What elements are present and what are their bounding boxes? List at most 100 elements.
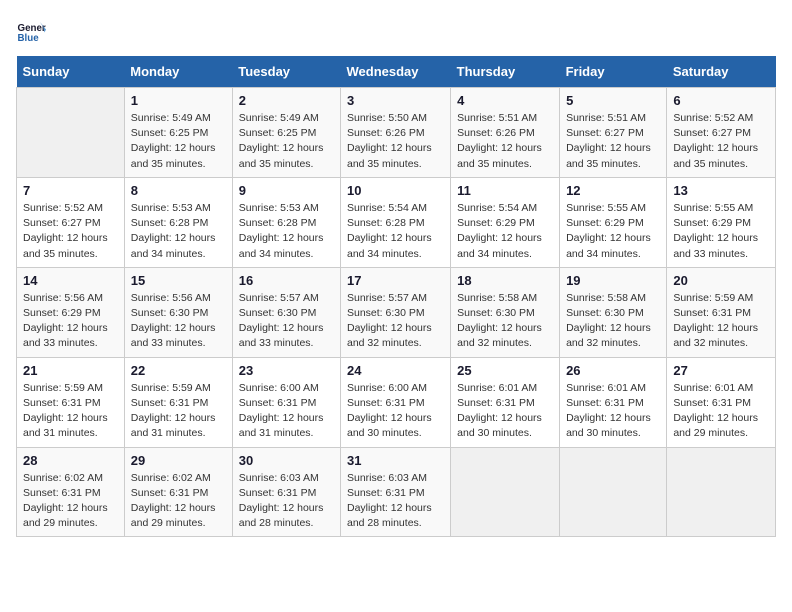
day-number: 23 [239,363,334,378]
calendar-cell: 2 Sunrise: 5:49 AM Sunset: 6:25 PM Daylig… [232,88,340,178]
day-info: Sunrise: 5:52 AM Sunset: 6:27 PM Dayligh… [673,111,769,172]
calendar-cell: 15Sunrise: 5:56 AM Sunset: 6:30 PM Dayli… [124,267,232,357]
calendar-cell: 22 Sunrise: 5:59 AM Sunset: 6:31 PM Dayli… [124,357,232,447]
calendar-week-row: 21 Sunrise: 5:59 AM Sunset: 6:31 PM Dayli… [17,357,776,447]
logo: General Blue [16,16,50,46]
day-info: Sunrise: 5:52 AM Sunset: 6:27 PM Dayligh… [23,201,118,262]
day-number: 9 [239,183,334,198]
calendar-cell [451,447,560,537]
calendar-week-row: 14 Sunrise: 5:56 AM Sunset: 6:29 PM Dayli… [17,267,776,357]
day-number: 31 [347,453,444,468]
calendar-cell: 14 Sunrise: 5:56 AM Sunset: 6:29 PM Dayli… [17,267,125,357]
day-info: Sunrise: 6:00 AM Sunset: 6:31 PM Dayligh… [239,381,334,442]
svg-text:Blue: Blue [18,33,40,44]
day-number: 4 [457,93,553,108]
day-number: 25 [457,363,553,378]
day-number: 16 [239,273,334,288]
day-number: 21 [23,363,118,378]
day-info: Sunrise: 6:03 AM Sunset: 6:31 PM Dayligh… [239,471,334,532]
day-number: 5 [566,93,660,108]
day-info: Sunrise: 5:54 AM Sunset: 6:29 PM Dayligh… [457,201,553,262]
calendar-cell: 6Sunrise: 5:52 AM Sunset: 6:27 PM Daylig… [667,88,776,178]
calendar-cell: 30 Sunrise: 6:03 AM Sunset: 6:31 PM Dayli… [232,447,340,537]
calendar-cell: 9 Sunrise: 5:53 AM Sunset: 6:28 PM Daylig… [232,177,340,267]
calendar-cell: 5Sunrise: 5:51 AM Sunset: 6:27 PM Daylig… [560,88,667,178]
calendar-cell [667,447,776,537]
day-info: Sunrise: 6:01 AM Sunset: 6:31 PM Dayligh… [457,381,553,442]
header: General Blue [16,16,776,46]
calendar-cell: 17Sunrise: 5:57 AM Sunset: 6:30 PM Dayli… [340,267,450,357]
day-number: 22 [131,363,226,378]
day-info: Sunrise: 6:02 AM Sunset: 6:31 PM Dayligh… [131,471,226,532]
day-number: 20 [673,273,769,288]
day-number: 12 [566,183,660,198]
day-number: 24 [347,363,444,378]
calendar-cell: 3Sunrise: 5:50 AM Sunset: 6:26 PM Daylig… [340,88,450,178]
calendar-cell: 8 Sunrise: 5:53 AM Sunset: 6:28 PM Daylig… [124,177,232,267]
day-info: Sunrise: 5:58 AM Sunset: 6:30 PM Dayligh… [457,291,553,352]
day-info: Sunrise: 6:03 AM Sunset: 6:31 PM Dayligh… [347,471,444,532]
calendar-cell: 12Sunrise: 5:55 AM Sunset: 6:29 PM Dayli… [560,177,667,267]
calendar-cell: 18 Sunrise: 5:58 AM Sunset: 6:30 PM Dayli… [451,267,560,357]
day-info: Sunrise: 5:53 AM Sunset: 6:28 PM Dayligh… [131,201,226,262]
calendar-cell: 10 Sunrise: 5:54 AM Sunset: 6:28 PM Dayli… [340,177,450,267]
calendar-body: 1 Sunrise: 5:49 AM Sunset: 6:25 PM Daylig… [17,88,776,537]
calendar-week-row: 28 Sunrise: 6:02 AM Sunset: 6:31 PM Dayli… [17,447,776,537]
day-number: 19 [566,273,660,288]
calendar-cell: 11 Sunrise: 5:54 AM Sunset: 6:29 PM Dayli… [451,177,560,267]
day-number: 1 [131,93,226,108]
calendar-cell: 7 Sunrise: 5:52 AM Sunset: 6:27 PM Daylig… [17,177,125,267]
day-number: 7 [23,183,118,198]
day-info: Sunrise: 5:58 AM Sunset: 6:30 PM Dayligh… [566,291,660,352]
day-number: 26 [566,363,660,378]
day-number: 14 [23,273,118,288]
day-info: Sunrise: 5:49 AM Sunset: 6:25 PM Dayligh… [131,111,226,172]
day-number: 15 [131,273,226,288]
calendar-cell: 20Sunrise: 5:59 AM Sunset: 6:31 PM Dayli… [667,267,776,357]
day-number: 10 [347,183,444,198]
day-info: Sunrise: 5:55 AM Sunset: 6:29 PM Dayligh… [673,201,769,262]
day-info: Sunrise: 6:01 AM Sunset: 6:31 PM Dayligh… [566,381,660,442]
day-number: 8 [131,183,226,198]
day-info: Sunrise: 5:51 AM Sunset: 6:26 PM Dayligh… [457,111,553,172]
calendar-header-tuesday: Tuesday [232,56,340,88]
calendar-header-friday: Friday [560,56,667,88]
day-info: Sunrise: 5:49 AM Sunset: 6:25 PM Dayligh… [239,111,334,172]
day-info: Sunrise: 5:54 AM Sunset: 6:28 PM Dayligh… [347,201,444,262]
calendar-cell: 16Sunrise: 5:57 AM Sunset: 6:30 PM Dayli… [232,267,340,357]
calendar-cell: 25 Sunrise: 6:01 AM Sunset: 6:31 PM Dayli… [451,357,560,447]
day-number: 2 [239,93,334,108]
day-number: 27 [673,363,769,378]
calendar-cell: 29Sunrise: 6:02 AM Sunset: 6:31 PM Dayli… [124,447,232,537]
day-number: 3 [347,93,444,108]
day-info: Sunrise: 6:00 AM Sunset: 6:31 PM Dayligh… [347,381,444,442]
day-number: 30 [239,453,334,468]
calendar-week-row: 7 Sunrise: 5:52 AM Sunset: 6:27 PM Daylig… [17,177,776,267]
calendar-cell: 1 Sunrise: 5:49 AM Sunset: 6:25 PM Daylig… [124,88,232,178]
calendar-cell: 21Sunrise: 5:59 AM Sunset: 6:31 PM Dayli… [17,357,125,447]
calendar-table: SundayMondayTuesdayWednesdayThursdayFrid… [16,56,776,537]
calendar-cell: 19 Sunrise: 5:58 AM Sunset: 6:30 PM Dayli… [560,267,667,357]
calendar-week-row: 1 Sunrise: 5:49 AM Sunset: 6:25 PM Daylig… [17,88,776,178]
calendar-header-thursday: Thursday [451,56,560,88]
day-info: Sunrise: 6:01 AM Sunset: 6:31 PM Dayligh… [673,381,769,442]
calendar-cell: 28Sunrise: 6:02 AM Sunset: 6:31 PM Dayli… [17,447,125,537]
day-number: 11 [457,183,553,198]
day-info: Sunrise: 5:56 AM Sunset: 6:29 PM Dayligh… [23,291,118,352]
calendar-cell: 13Sunrise: 5:55 AM Sunset: 6:29 PM Dayli… [667,177,776,267]
calendar-cell: 26 Sunrise: 6:01 AM Sunset: 6:31 PM Dayli… [560,357,667,447]
day-number: 17 [347,273,444,288]
calendar-cell: 4 Sunrise: 5:51 AM Sunset: 6:26 PM Daylig… [451,88,560,178]
logo-icon: General Blue [16,16,46,46]
day-info: Sunrise: 5:59 AM Sunset: 6:31 PM Dayligh… [131,381,226,442]
day-number: 28 [23,453,118,468]
day-info: Sunrise: 5:53 AM Sunset: 6:28 PM Dayligh… [239,201,334,262]
calendar-cell: 27 Sunrise: 6:01 AM Sunset: 6:31 PM Dayli… [667,357,776,447]
calendar-header-sunday: Sunday [17,56,125,88]
day-number: 18 [457,273,553,288]
calendar-cell [17,88,125,178]
calendar-cell: 23 Sunrise: 6:00 AM Sunset: 6:31 PM Dayli… [232,357,340,447]
calendar-header-saturday: Saturday [667,56,776,88]
calendar-cell: 31 Sunrise: 6:03 AM Sunset: 6:31 PM Dayli… [340,447,450,537]
calendar-header-row: SundayMondayTuesdayWednesdayThursdayFrid… [17,56,776,88]
